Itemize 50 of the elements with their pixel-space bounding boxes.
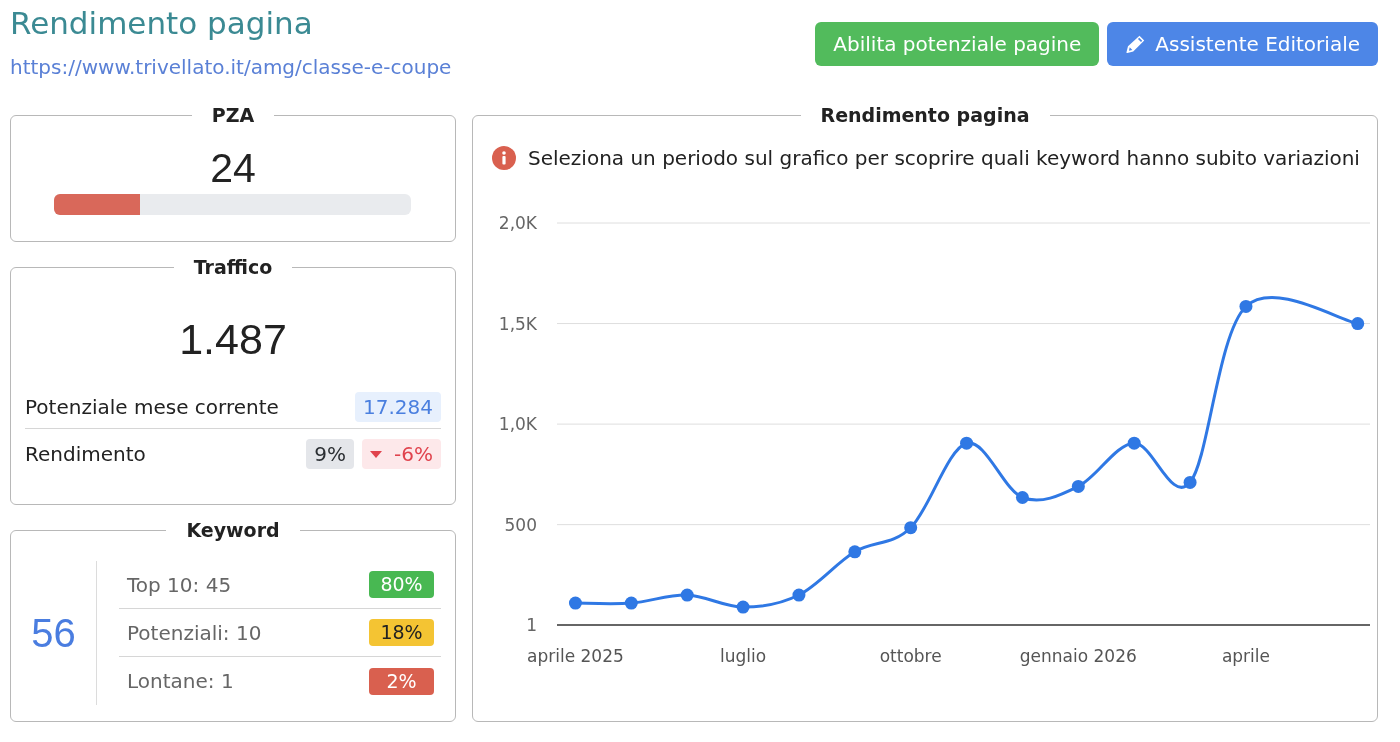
value-badge: 9%: [306, 439, 355, 469]
data-point: [1071, 479, 1085, 493]
keyword-total: 56: [31, 610, 76, 656]
card-title: Rendimento pagina: [820, 104, 1030, 126]
share-badge: 18%: [369, 619, 434, 646]
data-point: [1127, 436, 1141, 450]
data-point: [1239, 299, 1253, 313]
keyword-label: Top 10: 45: [126, 571, 232, 598]
x-axis-label: ottobre: [879, 646, 942, 666]
change-value: -6%: [394, 441, 433, 468]
data-point: [624, 596, 638, 610]
share-badge: 80%: [369, 571, 434, 598]
card-title: Traffico: [193, 256, 273, 278]
x-axis-label: aprile: [1221, 646, 1270, 666]
y-axis-label: 1,5K: [498, 313, 537, 334]
page-title: Rendimento pagina: [10, 6, 313, 40]
traffic-value: 1.487: [178, 315, 288, 363]
keyword-label: Lontane: 1: [126, 668, 234, 694]
data-point: [848, 545, 862, 559]
x-axis-label: aprile 2025: [527, 646, 624, 666]
data-point: [736, 600, 750, 614]
y-axis-label: 2,0K: [498, 213, 537, 233]
y-axis-label: 1: [526, 615, 537, 635]
data-point: [568, 596, 582, 610]
pencil-icon: [1126, 34, 1146, 54]
data-point: [904, 521, 918, 535]
action-button[interactable]: Abilita potenziale pagine: [815, 22, 1100, 66]
info-icon: [492, 146, 516, 170]
data-point: [960, 436, 974, 450]
y-axis-label: 500: [504, 514, 537, 535]
action-button[interactable]: Assistente Editoriale: [1107, 22, 1378, 66]
notice-text: Seleziona un periodo sul grafico per scoprire quali keyword hanno subito variazioni: [528, 145, 1360, 171]
data-point: [1351, 317, 1365, 331]
keyword-label: Potenziali: 10: [126, 619, 262, 646]
x-axis-label: gennaio 2026: [1019, 646, 1137, 666]
metric-label: Potenziale mese corrente: [25, 394, 279, 421]
x-axis-label: luglio: [720, 646, 767, 666]
caret-down-icon: [370, 450, 383, 458]
data-point: [680, 588, 694, 602]
card-title: Keyword: [186, 519, 280, 541]
page-url-link[interactable]: https://www.trivellato.it/amg/classe-e-coupe: [10, 56, 452, 78]
data-point: [1015, 491, 1029, 504]
value-badge: 17.284: [355, 392, 441, 422]
share-badge: 2%: [369, 667, 434, 695]
data-point: [792, 588, 806, 602]
metric-label: Rendimento: [25, 441, 146, 468]
score-value: 24: [209, 146, 257, 190]
data-point: [1183, 475, 1197, 489]
card-title: PZA: [211, 104, 255, 126]
y-axis-label: 1,0K: [498, 414, 537, 435]
